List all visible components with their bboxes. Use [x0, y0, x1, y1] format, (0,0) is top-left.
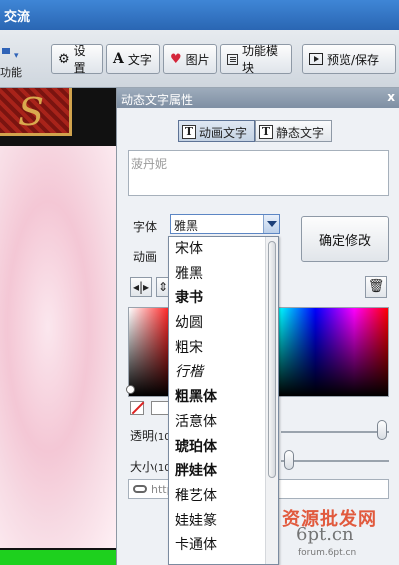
- font-select-value: 雅黑: [174, 219, 199, 233]
- align-vertical-icon: ⇕: [157, 280, 169, 294]
- rose-image: [0, 146, 120, 548]
- link-icon: [133, 485, 147, 493]
- design-canvas[interactable]: [0, 88, 120, 565]
- font-option[interactable]: 稚艺体: [169, 484, 278, 509]
- watermark-domain: 6pt.cn: [296, 524, 354, 545]
- module-label: 功能模块: [241, 44, 278, 75]
- animated-text-label: 动画文字: [199, 125, 248, 140]
- animated-text-tab[interactable]: T 动画文字: [178, 120, 256, 142]
- opacity-label-text: 透明: [130, 429, 155, 443]
- confirm-edit-button[interactable]: 确定修改: [301, 216, 389, 262]
- close-icon[interactable]: x: [387, 90, 395, 104]
- font-option[interactable]: 琥珀体: [169, 435, 278, 460]
- text-content-input[interactable]: 菠丹妮: [128, 150, 389, 196]
- preview-save-button[interactable]: 预览/保存: [302, 44, 396, 74]
- window-titlebar: 交流: [0, 0, 399, 30]
- menu-icon: [2, 48, 10, 54]
- font-option[interactable]: 卡通体: [169, 533, 278, 558]
- module-button[interactable]: 功能模块: [220, 44, 292, 75]
- mode-toggle: T 动画文字 T 静态文字: [178, 120, 333, 142]
- static-text-label: 静态文字: [276, 125, 325, 140]
- dropdown-scrollbar-thumb[interactable]: [268, 241, 276, 478]
- animation-label: 动画: [133, 250, 158, 264]
- font-select[interactable]: 雅黑: [170, 214, 280, 234]
- play-icon: [309, 53, 323, 65]
- gear-icon: ⚙: [58, 51, 70, 67]
- static-text-tab[interactable]: T 静态文字: [255, 120, 333, 142]
- chevron-down-icon: ▾: [14, 51, 19, 61]
- green-block: [0, 550, 120, 565]
- text-label: 文字: [127, 52, 152, 67]
- dropdown-scrollbar[interactable]: [265, 237, 278, 564]
- image-label: 图片: [185, 52, 210, 67]
- text-button[interactable]: A 文字: [106, 44, 160, 74]
- module-icon: [227, 53, 238, 65]
- text-T-icon: T: [259, 125, 274, 139]
- function-menu[interactable]: ▾ 功能: [0, 42, 46, 79]
- opacity-slider-thumb[interactable]: [377, 420, 387, 440]
- opacity-label: 透明(10: [130, 427, 171, 444]
- panel-title: 动态文字属性: [121, 93, 194, 107]
- ornament-image: [0, 88, 72, 136]
- settings-label: 设置: [73, 44, 86, 75]
- delete-button[interactable]: 🗑: [365, 276, 387, 298]
- size-label-text: 大小: [130, 460, 155, 474]
- font-dropdown-list[interactable]: 宋体 雅黑 隶书 幼圆 粗宋 行楷 粗黑体 活意体 琥珀体 胖娃体 稚艺体 娃娃…: [168, 236, 279, 565]
- panel-header: 动态文字属性 x: [117, 88, 399, 108]
- watermark-forum: forum.6pt.cn: [298, 548, 357, 558]
- align-horizontal-icon: ◂|▸: [132, 280, 150, 294]
- window-title: 交流: [4, 10, 31, 25]
- toolbar: ▾ 功能 ⚙ 设置 A 文字 ♥ 图片 功能模块 预览/保存: [0, 30, 399, 88]
- chevron-down-icon[interactable]: [263, 215, 279, 233]
- font-option[interactable]: 娃娃篆: [169, 509, 278, 534]
- text-T-icon: T: [182, 125, 196, 139]
- function-label: 功能: [0, 66, 22, 79]
- font-option[interactable]: 雅黑: [169, 262, 278, 287]
- font-option[interactable]: 粗黑体: [169, 385, 278, 410]
- font-option[interactable]: 活意体: [169, 410, 278, 435]
- font-option[interactable]: 行楷: [169, 360, 278, 385]
- size-slider-track[interactable]: [281, 460, 389, 462]
- size-label: 大小(10: [130, 458, 171, 475]
- heart-icon: ♥: [170, 51, 182, 67]
- font-label: 字体: [133, 220, 158, 234]
- size-slider-thumb[interactable]: [284, 450, 294, 470]
- color-picker-handle[interactable]: [126, 385, 135, 394]
- settings-button[interactable]: ⚙ 设置: [51, 44, 103, 75]
- text-A-icon: A: [113, 51, 124, 67]
- trash-icon: 🗑: [367, 279, 385, 294]
- font-option[interactable]: 粗宋: [169, 336, 278, 361]
- align-horizontal-button[interactable]: ◂|▸: [130, 277, 152, 297]
- font-option[interactable]: 宋体: [169, 237, 278, 262]
- no-color-icon[interactable]: [130, 401, 144, 415]
- image-button[interactable]: ♥ 图片: [163, 44, 217, 74]
- opacity-slider-track[interactable]: [281, 431, 389, 433]
- font-option[interactable]: 胖娃体: [169, 459, 278, 484]
- preview-save-label: 预览/保存: [327, 52, 380, 67]
- font-option[interactable]: 隶书: [169, 286, 278, 311]
- font-option[interactable]: 幼圆: [169, 311, 278, 336]
